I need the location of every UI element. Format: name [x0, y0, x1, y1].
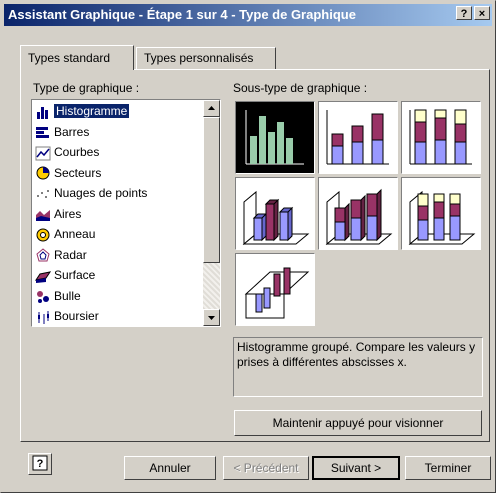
cancel-button[interactable]: Annuler — [124, 456, 216, 480]
doughnut-chart-icon — [36, 228, 50, 242]
chart-type-item-label: Barres — [54, 124, 90, 139]
scroll-down-button[interactable] — [203, 309, 220, 326]
window-title: Assistant Graphique - Étape 1 sur 4 - Ty… — [8, 7, 356, 22]
3d-100-stacked-column-icon — [408, 190, 476, 246]
subtype-3d-clustered-column[interactable] — [235, 177, 315, 250]
subtype-label: Sous-type de graphique : — [233, 81, 368, 95]
area-chart-icon — [36, 210, 50, 222]
chart-type-item[interactable]: Aires — [34, 205, 202, 224]
subtype-description: Histogramme groupé. Compare les valeurs … — [233, 337, 483, 397]
tab-types-personnalises[interactable]: Types personnalisés — [136, 47, 276, 69]
bar-chart-icon — [36, 127, 49, 139]
close-button[interactable]: × — [474, 6, 490, 20]
chart-type-item[interactable]: Boursier — [34, 307, 202, 326]
scroll-up-button[interactable] — [203, 100, 220, 117]
bubble-chart-icon — [37, 291, 49, 304]
column-chart-icon — [37, 106, 48, 119]
title-help-button[interactable]: ? — [456, 6, 472, 20]
chart-type-list[interactable]: Histogramme Barres Courbes Secteurs Nuages d… — [31, 99, 221, 327]
chart-type-item[interactable]: Anneau — [34, 225, 202, 244]
finish-button[interactable]: Terminer — [405, 456, 491, 480]
surface-chart-icon — [35, 271, 51, 283]
chart-type-item-label: Aires — [54, 206, 82, 221]
tab-types-standard[interactable]: Types standard — [20, 45, 134, 70]
subtype-stacked-column[interactable] — [318, 101, 398, 174]
subtype-3d-column[interactable] — [235, 253, 315, 326]
scatter-chart-icon — [37, 189, 49, 198]
subtype-3d-100-stacked-column[interactable] — [401, 177, 481, 250]
100-stacked-column-icon — [409, 109, 472, 165]
3d-stacked-column-icon — [325, 188, 393, 246]
chart-type-item[interactable]: Histogramme — [34, 102, 202, 121]
chart-type-item-label: Boursier — [54, 309, 99, 323]
chart-type-item[interactable]: Bulle — [34, 287, 202, 306]
radar-chart-icon — [36, 248, 50, 262]
subtype-grid — [233, 99, 483, 329]
previous-button[interactable]: < Précédent — [223, 456, 309, 480]
line-chart-icon — [35, 146, 51, 161]
preview-button[interactable]: Maintenir appuyé pour visionner — [234, 410, 482, 436]
chart-type-item[interactable]: Courbes — [34, 143, 202, 162]
chart-type-item-label: Courbes — [54, 145, 100, 159]
arrow-up-icon — [208, 106, 215, 110]
subtype-clustered-column[interactable] — [235, 101, 315, 174]
chart-type-item[interactable]: Nuages de points — [34, 184, 202, 203]
subtype-3d-stacked-column[interactable] — [318, 177, 398, 250]
chart-type-item-label: Radar — [54, 247, 87, 262]
help-button[interactable]: ? — [28, 453, 52, 475]
chart-type-item-label: Anneau — [54, 227, 96, 241]
chart-type-item[interactable]: Surface — [34, 266, 202, 285]
preview-button-label: Maintenir appuyé pour visionner — [272, 416, 444, 430]
chart-type-item[interactable]: Barres — [34, 123, 202, 142]
clustered-column-icon — [245, 110, 304, 165]
help-icon: ? — [32, 455, 48, 471]
chart-type-item-label: Nuages de points — [54, 186, 148, 200]
chart-wizard-dialog: Assistant Graphique - Étape 1 sur 4 - Ty… — [0, 0, 496, 493]
list-scrollbar[interactable] — [203, 100, 220, 326]
chart-type-item-label: Histogramme — [54, 104, 130, 118]
title-bar: Assistant Graphique - Étape 1 sur 4 - Ty… — [4, 4, 492, 26]
pie-chart-icon — [36, 166, 50, 180]
chart-type-label: Type de graphique : — [33, 81, 140, 95]
chart-type-item-label: Bulle — [54, 288, 81, 303]
stacked-column-icon — [326, 110, 389, 165]
stock-chart-icon — [38, 310, 49, 324]
chart-type-item-label: Secteurs — [54, 165, 102, 180]
subtype-100-stacked-column[interactable] — [401, 101, 481, 174]
chart-type-item-label: Surface — [54, 268, 96, 282]
svg-text:?: ? — [37, 458, 44, 470]
3d-column-icon — [244, 267, 310, 319]
next-button[interactable]: Suivant > — [312, 456, 400, 480]
chart-type-item[interactable]: Radar — [34, 246, 202, 265]
scroll-thumb[interactable] — [203, 117, 220, 263]
3d-clustered-column-icon — [242, 190, 310, 246]
arrow-down-icon — [208, 316, 215, 320]
chart-type-item[interactable]: Secteurs — [34, 164, 202, 183]
